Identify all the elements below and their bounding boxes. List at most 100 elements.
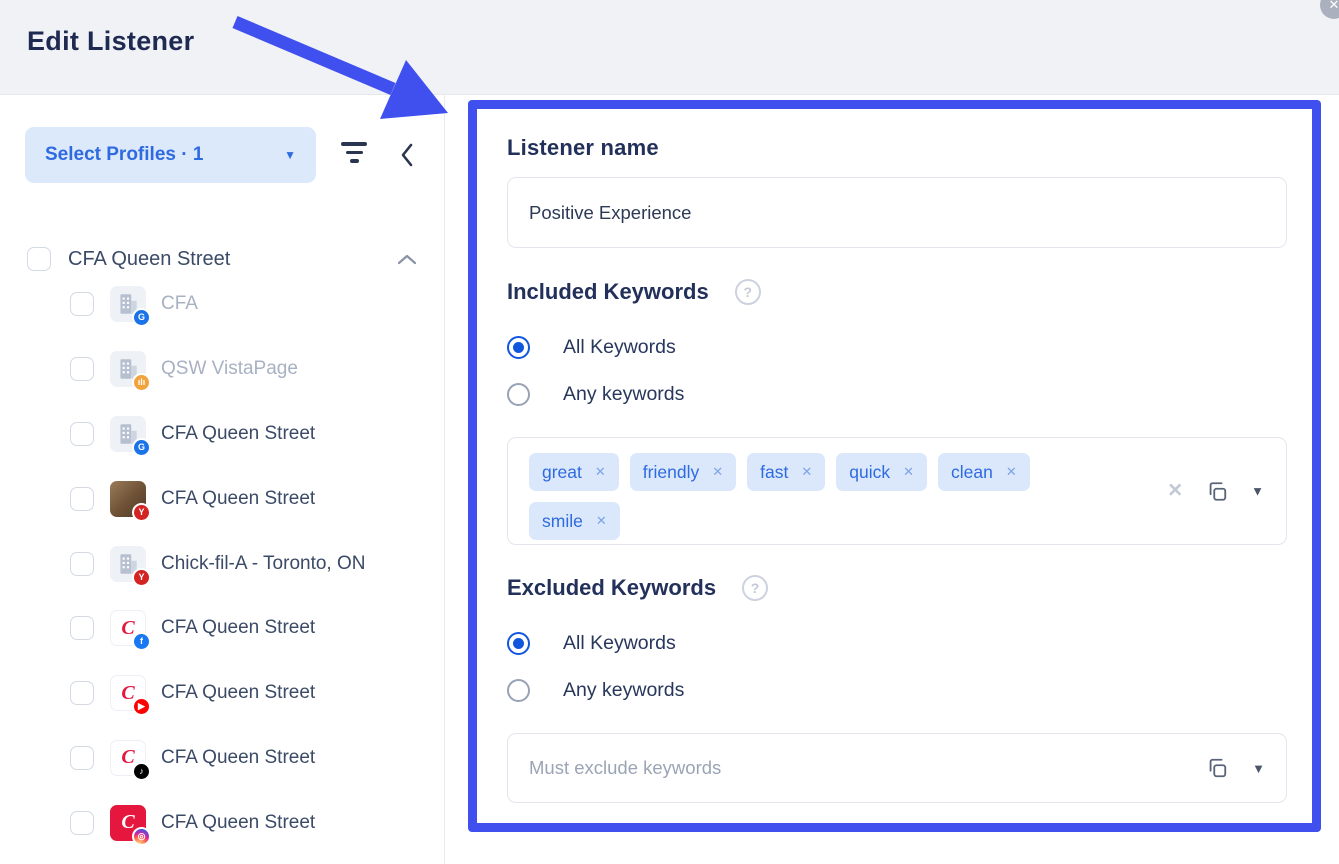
listener-name-label: Listener name (507, 135, 659, 161)
radio-label: Any keywords (563, 679, 684, 702)
yelp-badge-icon: Y (132, 503, 151, 522)
profile-label: QSW VistaPage (161, 358, 298, 380)
profile-checkbox[interactable] (70, 746, 94, 770)
profile-label: CFA Queen Street (161, 747, 315, 769)
keyword-chip[interactable]: quick ✕ (836, 453, 927, 491)
chevron-down-icon: ▼ (284, 148, 296, 162)
keyword-chip-label: smile (542, 511, 583, 532)
profile-row[interactable]: Y Chick-fil-A - Toronto, ON (0, 531, 445, 596)
page-header: Edit Listener (0, 0, 1339, 95)
select-profiles-label: Select Profiles · 1 (45, 144, 203, 166)
keyword-chip-label: great (542, 462, 582, 483)
profile-row[interactable]: C f CFA Queen Street (0, 596, 445, 661)
help-icon[interactable]: ? (735, 279, 761, 305)
group-label: CFA Queen Street (68, 248, 230, 271)
profile-row[interactable]: ılı QSW VistaPage (0, 337, 445, 402)
instagram-badge-icon: ◎ (132, 827, 151, 846)
chevron-down-icon[interactable]: ▼ (1251, 484, 1264, 499)
profile-checkbox[interactable] (70, 487, 94, 511)
tiktok-badge-icon: ♪ (132, 762, 151, 781)
profile-checkbox[interactable] (70, 422, 94, 446)
profile-checkbox[interactable] (70, 616, 94, 640)
excluded-keywords-label: Excluded Keywords (507, 575, 716, 601)
group-checkbox[interactable] (27, 247, 51, 271)
radio-label: All Keywords (563, 632, 676, 655)
edit-listener-page: Edit Listener ✕ Select Profiles · 1 ▼ CF… (0, 0, 1339, 864)
keyword-chip-label: clean (951, 462, 993, 483)
profile-label: CFA Queen Street (161, 423, 315, 445)
profile-checkbox[interactable] (70, 681, 94, 705)
included-keywords-input[interactable]: great ✕ friendly ✕ fast ✕ quick ✕ clean … (507, 437, 1287, 545)
profile-avatar: Y (110, 481, 146, 517)
profile-checkbox[interactable] (70, 357, 94, 381)
excluded-keywords-input[interactable] (507, 733, 1287, 803)
keyword-chip[interactable]: fast ✕ (747, 453, 825, 491)
profile-row[interactable]: C ♪ CFA Queen Street (0, 726, 445, 791)
radio-icon[interactable] (507, 679, 530, 702)
radio-any-keywords[interactable]: Any keywords (507, 381, 684, 407)
remove-keyword-icon[interactable]: ✕ (595, 464, 606, 480)
keyword-chip[interactable]: friendly ✕ (630, 453, 736, 491)
profile-avatar: Y (110, 546, 146, 582)
page-title: Edit Listener (27, 26, 194, 57)
radio-icon[interactable] (507, 632, 530, 655)
chevron-down-icon[interactable]: ▼ (1252, 761, 1265, 776)
copy-icon[interactable] (1206, 757, 1228, 779)
google-badge-icon: G (132, 438, 151, 457)
profiles-sidebar: Select Profiles · 1 ▼ CFA Queen Street G… (0, 95, 445, 864)
profile-label: Chick-fil-A - Toronto, ON (161, 553, 365, 575)
profile-label: CFA Queen Street (161, 488, 315, 510)
chevron-up-icon[interactable] (397, 253, 417, 265)
profile-avatar: C ◎ (110, 805, 146, 841)
copy-icon[interactable] (1206, 480, 1228, 502)
facebook-badge-icon: f (132, 632, 151, 651)
profile-row[interactable]: C ▶ CFA Queen Street (0, 661, 445, 726)
radio-any-keywords[interactable]: Any keywords (507, 677, 684, 703)
included-keywords-chips: great ✕ friendly ✕ fast ✕ quick ✕ clean … (529, 453, 1121, 540)
yelp-badge-icon: Y (132, 568, 151, 587)
profile-avatar: G (110, 286, 146, 322)
profile-label: CFA Queen Street (161, 617, 315, 639)
keyword-chip-label: quick (849, 462, 890, 483)
profile-row[interactable]: G CFA Queen Street (0, 402, 445, 467)
listener-form: Listener name Included Keywords ? All Ke… (446, 95, 1339, 864)
google-badge-icon: G (132, 308, 151, 327)
radio-icon[interactable] (507, 383, 530, 406)
profile-row[interactable]: Y CFA Queen Street (0, 466, 445, 531)
radio-icon[interactable] (507, 336, 530, 359)
remove-keyword-icon[interactable]: ✕ (712, 464, 723, 480)
profile-row[interactable]: G CFA (0, 272, 445, 337)
keyword-chip-label: fast (760, 462, 788, 483)
help-icon[interactable]: ? (742, 575, 768, 601)
clear-keywords-icon[interactable]: ✕ (1167, 480, 1183, 503)
profile-checkbox[interactable] (70, 292, 94, 316)
keyword-chip[interactable]: clean ✕ (938, 453, 1030, 491)
profile-avatar: C ▶ (110, 675, 146, 711)
remove-keyword-icon[interactable]: ✕ (903, 464, 914, 480)
profile-checkbox[interactable] (70, 811, 94, 835)
filter-icon[interactable] (339, 142, 369, 168)
radio-all-keywords[interactable]: All Keywords (507, 334, 676, 360)
profile-avatar: ılı (110, 351, 146, 387)
radio-all-keywords[interactable]: All Keywords (507, 630, 676, 656)
keyword-chip-label: friendly (643, 462, 699, 483)
profile-avatar: C ♪ (110, 740, 146, 776)
remove-keyword-icon[interactable]: ✕ (801, 464, 812, 480)
profile-row[interactable]: C ◎ CFA Queen Street (0, 790, 445, 855)
profile-checkbox[interactable] (70, 552, 94, 576)
excluded-keywords-field: ▼ (507, 733, 1287, 803)
profile-label: CFA Queen Street (161, 812, 315, 834)
keyword-chip[interactable]: smile ✕ (529, 502, 620, 540)
keyword-chip[interactable]: great ✕ (529, 453, 619, 491)
profile-label: CFA Queen Street (161, 682, 315, 704)
radio-label: Any keywords (563, 383, 684, 406)
profile-avatar: C f (110, 610, 146, 646)
remove-keyword-icon[interactable]: ✕ (1006, 464, 1017, 480)
vistapage-badge-icon: ılı (132, 373, 151, 392)
youtube-badge-icon: ▶ (132, 697, 151, 716)
remove-keyword-icon[interactable]: ✕ (596, 513, 607, 529)
select-profiles-dropdown[interactable]: Select Profiles · 1 ▼ (25, 127, 316, 183)
profile-avatar: G (110, 416, 146, 452)
listener-name-input[interactable] (507, 177, 1287, 248)
collapse-sidebar-icon[interactable] (400, 142, 414, 173)
